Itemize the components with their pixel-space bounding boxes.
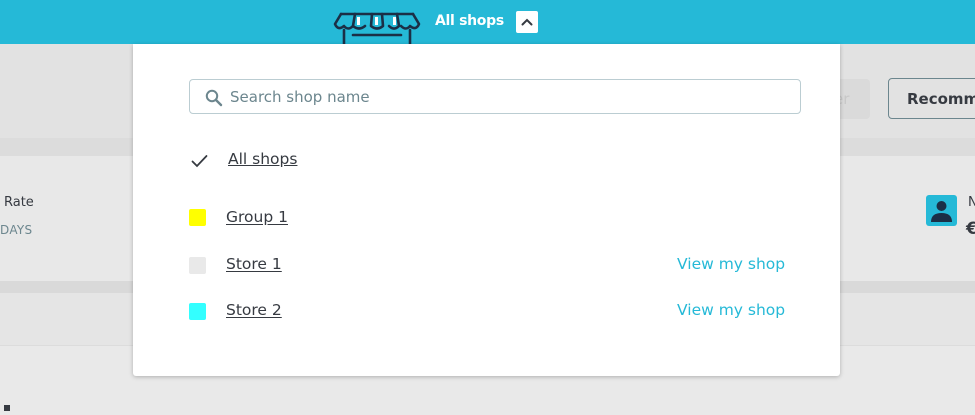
checkmark-icon — [191, 155, 208, 168]
customer-icon — [926, 195, 957, 226]
stat-period: DAYS — [0, 223, 33, 237]
group-color-swatch — [189, 209, 206, 226]
shop-color-swatch — [189, 257, 206, 274]
shop-context-title[interactable]: All shops — [435, 13, 504, 29]
shop-option[interactable]: Store 1 — [226, 255, 282, 273]
stat-value: € — [966, 219, 975, 239]
chevron-up-icon — [521, 18, 533, 26]
stat-label: N — [968, 195, 975, 210]
recommend-button[interactable]: Recomm — [888, 78, 975, 119]
search-box[interactable] — [189, 79, 801, 114]
search-icon — [205, 89, 223, 107]
stat-label: Rate — [4, 195, 34, 210]
all-shops-option[interactable]: All shops — [228, 150, 297, 168]
storefront-icon — [333, 12, 421, 45]
view-my-shop-link[interactable]: View my shop — [677, 255, 785, 273]
button-label: Recomm — [907, 89, 975, 108]
shop-color-swatch — [189, 303, 206, 320]
shop-selector-bar[interactable]: All shops — [0, 0, 975, 45]
text-fragment — [4, 405, 10, 411]
group-option[interactable]: Group 1 — [226, 208, 288, 226]
view-my-shop-link[interactable]: View my shop — [677, 301, 785, 319]
shop-list-dropdown: All shops Group 1 Store 1 View my shop S… — [133, 44, 840, 376]
collapse-dropdown-button[interactable] — [516, 11, 538, 33]
shop-option[interactable]: Store 2 — [226, 301, 282, 319]
search-shop-input[interactable] — [230, 80, 790, 113]
